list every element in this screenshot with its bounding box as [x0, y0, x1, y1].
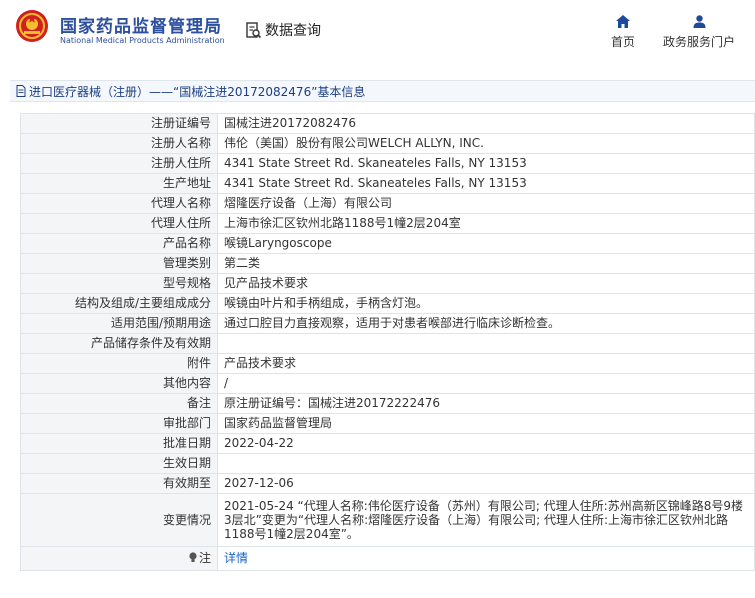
table-row: 生效日期 — [20, 453, 755, 474]
table-row: 产品储存条件及有效期 — [20, 333, 755, 354]
field-value: 通过口腔目力直接观察，适用于对患者喉部进行临床诊断检查。 — [217, 313, 755, 334]
field-label: 审批部门 — [20, 413, 218, 434]
nav-gov-label: 政务服务门户 — [662, 35, 735, 49]
site-header: 国家药品监督管理局 National Medical Products Admi… — [0, 0, 755, 62]
table-row: 有效期至 2027-12-06 — [20, 473, 755, 494]
table-row: 管理类别 第二类 — [20, 253, 755, 274]
field-value: 第二类 — [217, 253, 755, 274]
field-value: 上海市徐汇区钦州北路1188号1幢2层204室 — [217, 213, 755, 234]
site-title[interactable]: 国家药品监督管理局 — [60, 12, 222, 37]
field-label: 批准日期 — [20, 433, 218, 454]
field-label: 管理类别 — [20, 253, 218, 274]
field-value: 产品技术要求 — [217, 353, 755, 374]
field-label: 其他内容 — [20, 373, 218, 394]
table-row: 结构及组成/主要组成成分 喉镜由叶片和手柄组成，手柄含灯泡。 — [20, 293, 755, 314]
field-label: 注册证编号 — [20, 113, 218, 134]
home-icon — [616, 15, 630, 28]
field-label: 结构及组成/主要组成成分 — [20, 293, 218, 314]
site-title-en[interactable]: National Medical Products Administration — [60, 36, 225, 45]
field-label: 注册人住所 — [20, 153, 218, 174]
field-value: 喉镜Laryngoscope — [217, 233, 755, 254]
document-icon — [16, 85, 26, 97]
user-icon — [693, 15, 705, 28]
field-label: 产品名称 — [20, 233, 218, 254]
table-row: 附件 产品技术要求 — [20, 353, 755, 374]
change-history-value: 2021-05-24 “代理人名称:伟伦医疗设备（苏州）有限公司; 代理人住所:… — [217, 493, 755, 547]
table-row: 其他内容 / — [20, 373, 755, 394]
field-label: 型号规格 — [20, 273, 218, 294]
device-info-table: 注册证编号 国械注进20172082476 注册人名称 伟伦（美国）股份有限公司WE… — [20, 113, 755, 571]
emblem-icon[interactable] — [15, 9, 49, 43]
bulb-icon — [189, 552, 197, 562]
field-value: 2022-04-22 — [217, 433, 755, 454]
field-label: 附件 — [20, 353, 218, 374]
field-label: 产品储存条件及有效期 — [20, 333, 218, 354]
field-value: 原注册证编号：国械注进20172222476 — [217, 393, 755, 414]
nav-home-label: 首页 — [610, 35, 635, 49]
table-row: 审批部门 国家药品监督管理局 — [20, 413, 755, 434]
table-row: 代理人名称 熠隆医疗设备（上海）有限公司 — [20, 193, 755, 214]
field-value: 4341 State Street Rd. Skaneateles Falls,… — [217, 153, 755, 174]
data-query-label: 数据查询 — [265, 23, 321, 39]
note-label-cell: 注 — [20, 546, 218, 571]
table-row: 生产地址 4341 State Street Rd. Skaneateles Fa… — [20, 173, 755, 194]
field-value — [217, 333, 755, 354]
breadcrumb-text: 进口医疗器械（注册）——“国械注进20172082476”基本信息 — [29, 84, 366, 99]
field-label: 有效期至 — [20, 473, 218, 494]
table-row: 备注 原注册证编号：国械注进20172222476 — [20, 393, 755, 414]
breadcrumb: 进口医疗器械（注册）——“国械注进20172082476”基本信息 — [10, 80, 755, 102]
table-row: 批准日期 2022-04-22 — [20, 433, 755, 454]
table-row: 注册证编号 国械注进20172082476 — [20, 113, 755, 134]
field-label: 备注 — [20, 393, 218, 414]
field-value: 见产品技术要求 — [217, 273, 755, 294]
field-value: 喉镜由叶片和手柄组成，手柄含灯泡。 — [217, 293, 755, 314]
field-label: 生效日期 — [20, 453, 218, 474]
nav-gov-portal[interactable]: 政务服务门户 — [660, 15, 738, 50]
field-value: 4341 State Street Rd. Skaneateles Falls,… — [217, 173, 755, 194]
field-label: 生产地址 — [20, 173, 218, 194]
search-document-icon — [246, 21, 261, 38]
field-value: / — [217, 373, 755, 394]
field-value: 国械注进20172082476 — [217, 113, 755, 134]
data-query-link[interactable]: 数据查询 — [246, 20, 321, 40]
table-row-change: 变更情况 2021-05-24 “代理人名称:伟伦医疗设备（苏州）有限公司; 代理… — [20, 493, 755, 547]
table-row: 注册人住所 4341 State Street Rd. Skaneateles F… — [20, 153, 755, 174]
note-label: 注 — [198, 551, 211, 565]
field-label: 注册人名称 — [20, 133, 218, 154]
field-value: 熠隆医疗设备（上海）有限公司 — [217, 193, 755, 214]
table-row: 产品名称 喉镜Laryngoscope — [20, 233, 755, 254]
table-row: 型号规格 见产品技术要求 — [20, 273, 755, 294]
table-row-note: 注 详情 — [20, 546, 755, 571]
field-value — [217, 453, 755, 474]
field-label: 代理人住所 — [20, 213, 218, 234]
field-value: 国家药品监督管理局 — [217, 413, 755, 434]
table-row: 适用范围/预期用途 通过口腔目力直接观察，适用于对患者喉部进行临床诊断检查。 — [20, 313, 755, 334]
field-value: 伟伦（美国）股份有限公司WELCH ALLYN, INC. — [217, 133, 755, 154]
note-value-cell: 详情 — [217, 546, 755, 571]
field-label: 变更情况 — [20, 493, 218, 547]
field-label: 代理人名称 — [20, 193, 218, 214]
details-link[interactable]: 详情 — [224, 551, 248, 565]
nav-home[interactable]: 首页 — [605, 15, 641, 50]
table-row: 代理人住所 上海市徐汇区钦州北路1188号1幢2层204室 — [20, 213, 755, 234]
field-value: 2027-12-06 — [217, 473, 755, 494]
field-label: 适用范围/预期用途 — [20, 313, 218, 334]
table-row: 注册人名称 伟伦（美国）股份有限公司WELCH ALLYN, INC. — [20, 133, 755, 154]
